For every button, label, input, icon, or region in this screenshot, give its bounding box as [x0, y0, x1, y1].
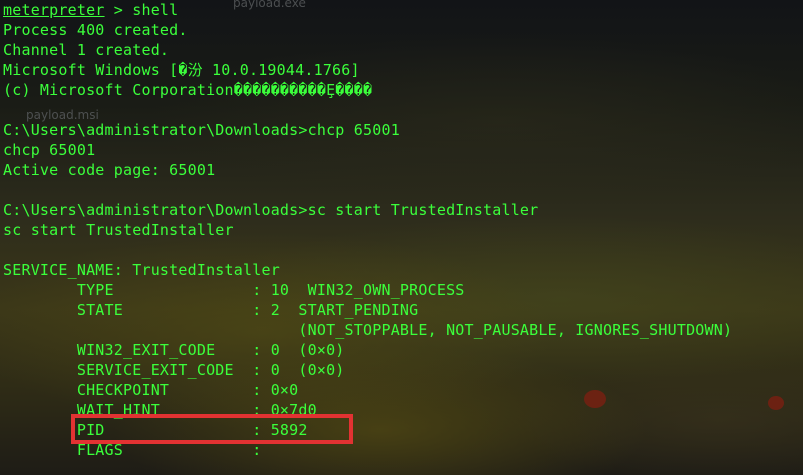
terminal-line: (NOT_STOPPABLE, NOT_PAUSABLE, IGNORES_SH…	[3, 321, 733, 339]
terminal-line: CHECKPOINT : 0×0	[3, 381, 299, 399]
terminal-line: SERVICE_EXIT_CODE : 0 (0×0)	[3, 361, 345, 379]
terminal-line: Channel 1 created.	[3, 41, 170, 59]
pid-highlight-box	[71, 414, 353, 444]
terminal-line: STATE : 2 START_PENDING	[3, 301, 419, 319]
terminal-line: Process 400 created.	[3, 21, 188, 39]
terminal-line: WIN32_EXIT_CODE : 0 (0×0)	[3, 341, 345, 359]
wallpaper-flower	[768, 396, 784, 410]
terminal-line: (c) Microsoft Corporation����������Ȩ����	[3, 81, 373, 99]
meterpreter-prompt: meterpreter	[3, 1, 105, 19]
terminal-line: C:\Users\administrator\Downloads>chcp 65…	[3, 121, 400, 139]
shell-command: > shell	[104, 1, 179, 19]
terminal-line: Active code page: 65001	[3, 161, 216, 179]
terminal-line: chcp 65001	[3, 141, 96, 159]
terminal-line: sc start TrustedInstaller	[3, 221, 234, 239]
terminal-line: C:\Users\administrator\Downloads>sc star…	[3, 201, 539, 219]
terminal-line: SERVICE_NAME: TrustedInstaller	[3, 261, 280, 279]
terminal-output[interactable]: meterpreter > shell Process 400 created.…	[3, 0, 732, 460]
terminal-line: Microsoft Windows [�汾 10.0.19044.1766]	[3, 61, 360, 79]
terminal-prompt-line: meterpreter > shell	[3, 0, 732, 20]
terminal-line: TYPE : 10 WIN32_OWN_PROCESS	[3, 281, 465, 299]
